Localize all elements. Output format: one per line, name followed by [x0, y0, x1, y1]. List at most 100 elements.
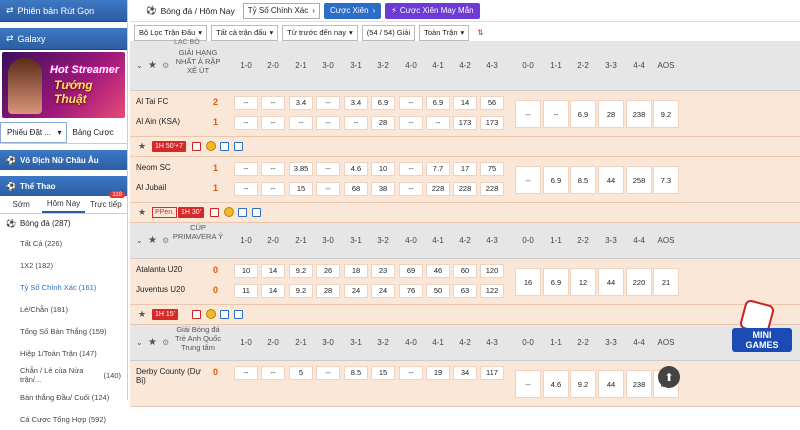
odds-cell[interactable]: --	[234, 366, 258, 380]
favorite-star-icon[interactable]: ★	[138, 309, 146, 320]
draw-odds-cell[interactable]: 9.2	[570, 370, 596, 398]
odds-cell[interactable]: --	[234, 96, 258, 110]
odds-cell[interactable]: 14	[261, 264, 285, 278]
chevron-down-icon[interactable]: ⌄	[136, 338, 143, 347]
odds-cell[interactable]: --	[316, 96, 340, 110]
scoreboard-icon[interactable]	[192, 142, 201, 151]
odds-cell[interactable]: --	[316, 182, 340, 196]
league-count-select[interactable]: (54 / 54) Giải	[361, 24, 416, 41]
odds-cell[interactable]: 3.85	[289, 162, 313, 176]
odds-cell[interactable]: --	[399, 162, 423, 176]
odds-cell[interactable]: 15	[289, 182, 313, 196]
draw-odds-cell[interactable]: 220	[626, 268, 652, 296]
sidebar-market-item[interactable]: Lẻ/Chẵn (181)	[0, 298, 127, 320]
odds-cell[interactable]: 228	[480, 182, 504, 196]
odds-cell[interactable]: --	[261, 96, 285, 110]
draw-odds-cell[interactable]: 238	[626, 100, 652, 128]
draw-odds-cell[interactable]: 44	[598, 268, 624, 296]
odds-cell[interactable]: 10	[234, 264, 258, 278]
odds-cell[interactable]: --	[316, 366, 340, 380]
odds-cell[interactable]: 76	[399, 284, 423, 298]
odds-cell[interactable]: --	[261, 182, 285, 196]
odds-cell[interactable]: --	[234, 162, 258, 176]
odds-cell[interactable]: 56	[480, 96, 504, 110]
home-team[interactable]: Atalanta U20	[136, 265, 212, 274]
tab-bet-list[interactable]: Bảng Cược	[67, 122, 128, 143]
chevron-down-icon[interactable]: ⌄	[136, 61, 143, 70]
draw-odds-cell[interactable]: 6.9	[543, 268, 569, 296]
home-team[interactable]: Derby County (Dự Bị)	[136, 367, 212, 385]
odds-cell[interactable]: 19	[426, 366, 450, 380]
odds-cell[interactable]: --	[399, 182, 423, 196]
sidebar-market-item[interactable]: Hiệp 1/Toàn Trận (147)	[0, 342, 127, 364]
parlay-button[interactable]: Cược Xiên ›	[323, 2, 382, 19]
odds-cell[interactable]: 228	[426, 182, 450, 196]
tab-live[interactable]: Trực tiếp	[85, 196, 127, 213]
odds-cell[interactable]: 17	[453, 162, 477, 176]
scroll-top-button[interactable]: ⬆	[658, 366, 680, 388]
draw-odds-cell[interactable]: 12	[570, 268, 596, 296]
favorite-star-icon[interactable]: ★	[148, 60, 157, 71]
chevron-down-icon[interactable]: ⌄	[136, 236, 143, 245]
odds-cell[interactable]: --	[426, 116, 450, 130]
league-name[interactable]: CÚP PRIMAVERA Ý	[172, 223, 224, 241]
market-select[interactable]: Tỷ Số Chính Xác ›	[242, 2, 320, 19]
odds-cell[interactable]: 5	[289, 366, 313, 380]
odds-cell[interactable]: 14	[453, 96, 477, 110]
odds-cell[interactable]: 3.4	[289, 96, 313, 110]
odds-cell[interactable]: --	[261, 162, 285, 176]
odds-cell[interactable]: 6.9	[426, 96, 450, 110]
scoreboard-icon[interactable]	[210, 208, 219, 217]
odds-cell[interactable]: 23	[371, 264, 395, 278]
promo-banner[interactable]: Hot Streamer Tướng Thuật	[2, 52, 125, 118]
odds-cell[interactable]: 14	[261, 284, 285, 298]
odds-cell[interactable]: --	[234, 182, 258, 196]
odds-cell[interactable]: 9.2	[289, 284, 313, 298]
odds-cell[interactable]: --	[316, 116, 340, 130]
odds-cell[interactable]: 63	[453, 284, 477, 298]
odds-cell[interactable]: 38	[371, 182, 395, 196]
league-name[interactable]: Giải Bóng đá Trẻ Anh Quốc Trung tâm	[172, 325, 224, 352]
draw-odds-cell[interactable]: 7.3	[653, 166, 679, 194]
sidebar-market-item[interactable]: Cá Cược Tổng Hợp (592)	[0, 408, 127, 430]
odds-cell[interactable]: 50	[426, 284, 450, 298]
stats-table-icon[interactable]	[220, 142, 229, 151]
live-stream-icon[interactable]	[206, 309, 216, 319]
odds-cell[interactable]: 46	[426, 264, 450, 278]
odds-cell[interactable]: 117	[480, 366, 504, 380]
odds-cell[interactable]: 34	[453, 366, 477, 380]
draw-odds-cell[interactable]: 6.9	[570, 100, 596, 128]
live-stream-icon[interactable]	[224, 207, 234, 217]
galaxy-link[interactable]: ⇄ Galaxy	[0, 28, 127, 50]
period-select[interactable]: Toàn Trận ▾	[419, 24, 470, 41]
sidebar-market-item[interactable]: 1X2 (182)	[0, 254, 127, 276]
odds-cell[interactable]: --	[399, 96, 423, 110]
odds-cell[interactable]: --	[344, 116, 368, 130]
odds-cell[interactable]: --	[234, 116, 258, 130]
draw-odds-cell[interactable]: 8.5	[570, 166, 596, 194]
bar-chart-icon[interactable]	[234, 310, 243, 319]
odds-cell[interactable]: 3.4	[344, 96, 368, 110]
sidebar-market-item[interactable]: Bàn thắng Đầu/ Cuối (124)	[0, 386, 127, 408]
odds-cell[interactable]: 9.2	[289, 264, 313, 278]
draw-odds-cell[interactable]: 6.9	[543, 166, 569, 194]
draw-odds-cell[interactable]: 16	[515, 268, 541, 296]
odds-cell[interactable]: 68	[344, 182, 368, 196]
stats-table-icon[interactable]	[220, 310, 229, 319]
favorite-star-icon[interactable]: ★	[148, 337, 157, 348]
draw-odds-cell[interactable]: 44	[598, 166, 624, 194]
away-team[interactable]: Al Jubail	[136, 183, 212, 192]
home-team[interactable]: Al Tai FC	[136, 97, 212, 106]
odds-cell[interactable]: 173	[453, 116, 477, 130]
bar-chart-icon[interactable]	[234, 142, 243, 151]
odds-cell[interactable]: 4.6	[344, 162, 368, 176]
draw-odds-cell[interactable]: --	[515, 166, 541, 194]
odds-cell[interactable]: 18	[344, 264, 368, 278]
draw-odds-cell[interactable]: 44	[598, 370, 624, 398]
draw-odds-cell[interactable]: 238	[626, 370, 652, 398]
away-team[interactable]: Juventus U20	[136, 285, 212, 294]
stats-table-icon[interactable]	[238, 208, 247, 217]
tab-early[interactable]: Sớm	[0, 196, 42, 213]
sport-football[interactable]: ⚽ Bóng đá (287)	[0, 214, 127, 232]
odds-cell[interactable]: 69	[399, 264, 423, 278]
